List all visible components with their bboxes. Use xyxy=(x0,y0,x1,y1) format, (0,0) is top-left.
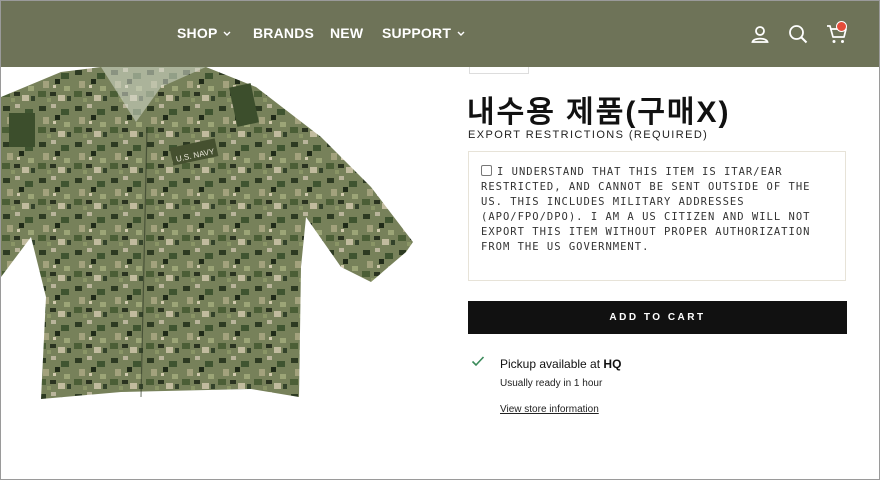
image-thumbnail-edge xyxy=(469,67,529,74)
view-store-link[interactable]: View store information xyxy=(500,404,599,415)
product-image[interactable]: U.S. NAVY xyxy=(1,67,431,417)
pickup-prefix: Pickup available at xyxy=(500,357,604,371)
export-restriction-box: I UNDERSTAND THAT THIS ITEM IS ITAR/EAR … xyxy=(468,151,846,281)
nav-shop-label: SHOP xyxy=(177,25,218,41)
nav-support[interactable]: SUPPORT xyxy=(382,25,465,41)
checkmark-icon xyxy=(471,356,485,367)
nav-shop[interactable]: SHOP xyxy=(177,25,231,41)
pickup-location: HQ xyxy=(603,357,622,371)
chevron-down-icon xyxy=(223,31,231,36)
chevron-down-icon xyxy=(457,31,465,36)
add-to-cart-button[interactable]: ADD TO CART xyxy=(468,301,847,334)
site-header: SHOP BRANDS NEW SUPPORT xyxy=(1,1,879,67)
nav-new[interactable]: NEW xyxy=(330,25,363,41)
camo-jacket-image: U.S. NAVY xyxy=(1,67,413,399)
restriction-text: I UNDERSTAND THAT THIS ITEM IS ITAR/EAR … xyxy=(481,166,811,253)
search-icon[interactable] xyxy=(786,22,810,46)
nav-support-label: SUPPORT xyxy=(382,25,452,41)
pickup-ready-time: Usually ready in 1 hour xyxy=(500,378,603,389)
account-icon[interactable] xyxy=(748,22,772,46)
cart-button[interactable] xyxy=(825,21,849,46)
export-restrictions-label: EXPORT RESTRICTIONS (REQUIRED) xyxy=(468,129,709,141)
product-title: 내수용 제품(구매X) xyxy=(467,96,731,129)
nav-brands[interactable]: BRANDS xyxy=(253,25,314,41)
cart-badge xyxy=(836,21,847,32)
pickup-availability: Pickup available at HQ xyxy=(500,357,621,371)
